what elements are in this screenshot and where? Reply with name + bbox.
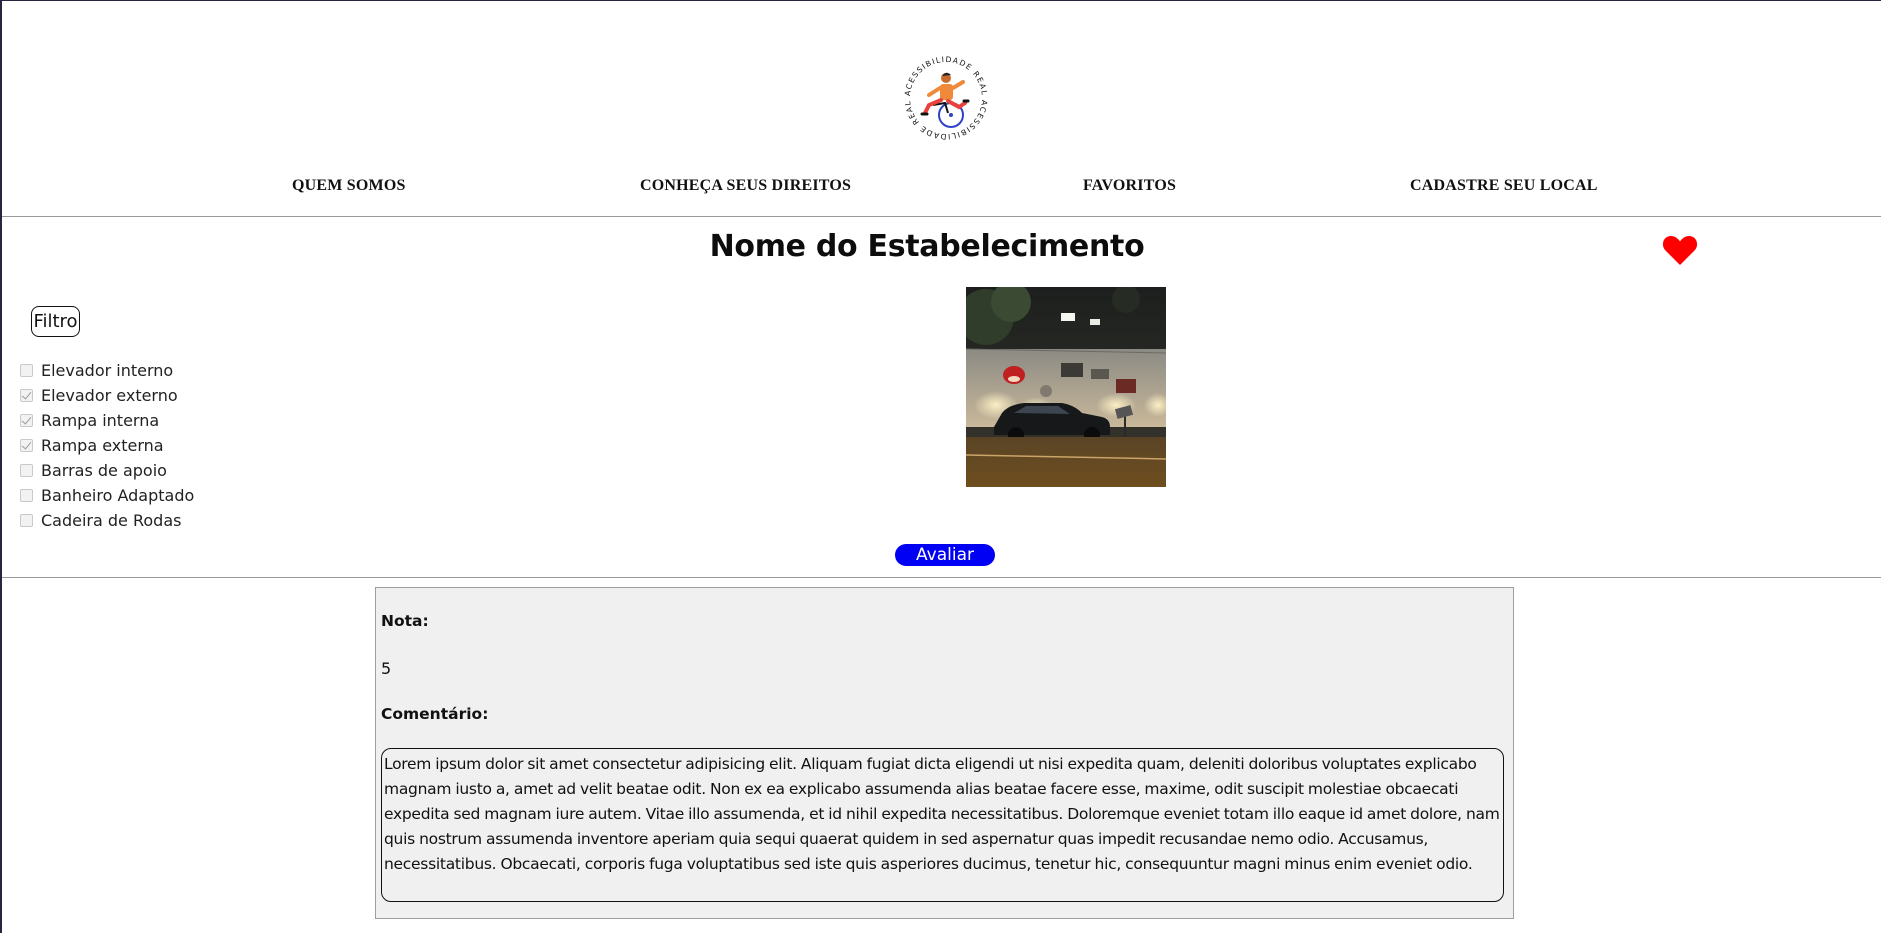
filter-rampa-externa[interactable]: Rampa externa (20, 433, 194, 458)
checkbox[interactable] (20, 489, 33, 502)
filter-list: Elevador interno Elevador externo Rampa … (20, 358, 194, 533)
nav-quem-somos[interactable]: QUEM SOMOS (292, 177, 406, 195)
checkbox[interactable] (20, 364, 33, 377)
comment-label: Comentário: (381, 705, 489, 723)
section-divider (2, 577, 1881, 578)
filter-button[interactable]: Filtro (31, 306, 80, 337)
filter-label: Banheiro Adaptado (41, 486, 195, 505)
filter-label: Rampa interna (41, 411, 160, 430)
checkbox[interactable] (20, 414, 33, 427)
filter-elevador-interno[interactable]: Elevador interno (20, 358, 194, 383)
wheelchair-logo-icon: ACESSIBILIDADE REAL ACESSIBILIDADE REAL (903, 55, 988, 141)
nav-conheca-seus-direitos[interactable]: CONHEÇA SEUS DIREITOS (640, 177, 851, 195)
header-divider (2, 216, 1881, 217)
rate-button[interactable]: Avaliar (895, 544, 995, 566)
rating-value: 5 (381, 659, 392, 678)
establishment-title: Nome do Estabelecimento (709, 229, 1145, 264)
checkbox[interactable] (20, 389, 33, 402)
heart-icon (1662, 236, 1698, 265)
main-nav: QUEM SOMOS CONHEÇA SEUS DIREITOS FAVORIT… (2, 177, 1881, 207)
review-card: Nota: 5 Comentário: Lorem ipsum dolor si… (375, 587, 1514, 919)
filter-rampa-interna[interactable]: Rampa interna (20, 408, 194, 433)
filter-label: Elevador interno (41, 361, 174, 380)
filter-barras-de-apoio[interactable]: Barras de apoio (20, 458, 194, 483)
checkbox[interactable] (20, 464, 33, 477)
rating-label: Nota: (381, 612, 429, 630)
checkbox[interactable] (20, 514, 33, 527)
establishment-photo (966, 287, 1166, 487)
favorite-button[interactable] (1662, 234, 1698, 266)
filter-label: Rampa externa (41, 436, 164, 455)
filter-cadeira-de-rodas[interactable]: Cadeira de Rodas (20, 508, 194, 533)
filter-label: Barras de apoio (41, 461, 167, 480)
filter-elevador-externo[interactable]: Elevador externo (20, 383, 194, 408)
filter-banheiro-adaptado[interactable]: Banheiro Adaptado (20, 483, 194, 508)
comment-text: Lorem ipsum dolor sit amet consectetur a… (381, 748, 1504, 902)
filter-label: Elevador externo (41, 386, 178, 405)
nav-cadastre-seu-local[interactable]: CADASTRE SEU LOCAL (1410, 177, 1598, 195)
site-logo[interactable]: ACESSIBILIDADE REAL ACESSIBILIDADE REAL (893, 45, 999, 151)
checkbox[interactable] (20, 439, 33, 452)
storefront-photo-icon (966, 287, 1166, 487)
filter-label: Cadeira de Rodas (41, 511, 182, 530)
nav-favoritos[interactable]: FAVORITOS (1083, 177, 1176, 195)
